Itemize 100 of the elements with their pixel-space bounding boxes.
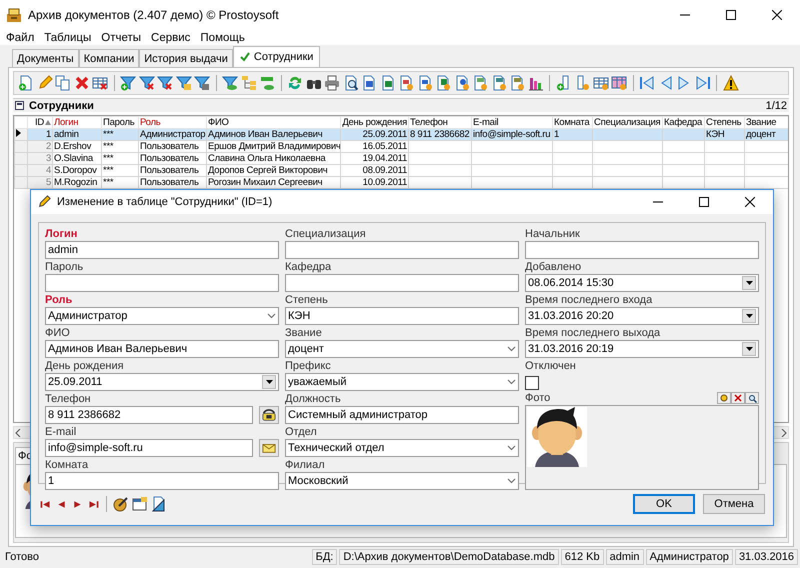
combo-box[interactable]: доцент (285, 340, 519, 358)
menu-item[interactable]: Таблицы (44, 32, 92, 44)
table-cell: *** (103, 154, 114, 164)
menu-item[interactable]: Сервис (151, 32, 190, 44)
table-cell: 3 (46, 154, 51, 164)
combo-box[interactable]: Администратор (45, 307, 279, 325)
tab[interactable]: Компании (78, 49, 140, 67)
combo-box[interactable]: Технический отдел (285, 439, 519, 457)
field-label: Фото (525, 392, 552, 404)
text-field[interactable]: admin (45, 241, 279, 259)
field-label: Добавлено (525, 261, 582, 273)
field-label: Степень (285, 294, 329, 306)
table-cell: Админов Иван Валерьевич (208, 130, 322, 140)
table-cell: 8 911 2386682 (410, 130, 470, 140)
column-header[interactable]: Роль (138, 116, 206, 128)
table-cell: Рогозин Михаил Сергеевич (208, 178, 322, 188)
date-field[interactable]: 31.03.2016 20:20 (525, 307, 759, 325)
field-label: Комната (45, 459, 90, 471)
table-cell: *** (103, 142, 114, 152)
table-cell: 4 (46, 166, 51, 176)
table-cell: admin (54, 130, 79, 140)
dialog-button[interactable]: Отмена (703, 494, 765, 514)
table-cell: доцент (746, 130, 776, 140)
field-label: Роль (45, 294, 74, 306)
column-header[interactable]: День рождения (340, 116, 408, 128)
table-cell: 25.09.2011 (362, 130, 407, 140)
combo-box[interactable]: Московский (285, 472, 519, 490)
table-cell: Доропов Сергей Викторович (208, 166, 328, 176)
date-field[interactable]: 08.06.2014 15:30 (525, 274, 759, 292)
status-text: admin (606, 549, 644, 565)
column-header[interactable]: Специализация (592, 116, 662, 128)
table-cell: 10.09.2011 (362, 178, 407, 188)
status-text: БД: (312, 549, 338, 565)
menu-item[interactable]: Отчеты (101, 32, 142, 44)
status-text: Готово (4, 550, 40, 565)
table-cell: Пользователь (140, 142, 199, 152)
field-label: ФИО (45, 327, 71, 339)
table-cell: 1 (554, 130, 560, 140)
field-label: E-mail (45, 426, 78, 438)
field-label: Телефон (45, 393, 92, 405)
field-label: День рождения (45, 360, 125, 372)
text-field[interactable]: КЭН (285, 307, 519, 325)
field-label: Префикс (285, 360, 332, 372)
table-cell: Пользователь (140, 166, 199, 176)
menu-item[interactable]: Файл (6, 32, 34, 44)
table-cell: 1 (46, 130, 51, 140)
column-header[interactable]: Телефон (408, 116, 472, 128)
text-field[interactable]: 8 911 2386682 (45, 406, 253, 424)
combo-box[interactable]: уважаемый (285, 373, 519, 391)
table-cell: КЭН (706, 130, 724, 140)
record-counter: 1/12 (766, 100, 787, 112)
table-cell: 2 (46, 142, 51, 152)
status-text: 612 Kb (560, 549, 604, 565)
field-label: Отключен (525, 360, 577, 372)
table-cell: 19.04.2011 (362, 154, 407, 164)
column-header[interactable]: E-mail (472, 116, 552, 128)
table-cell: 16.05.2011 (362, 142, 407, 152)
grid-title: Сотрудники (29, 100, 95, 112)
tab[interactable]: Документы (12, 49, 79, 67)
column-header[interactable]: ФИО (206, 116, 340, 128)
date-field[interactable]: 25.09.2011 (45, 373, 279, 391)
field-label: Звание (285, 327, 323, 339)
table-cell: 08.09.2011 (362, 166, 407, 176)
tab[interactable]: Сотрудники (232, 46, 320, 67)
table-cell: 5 (46, 178, 51, 188)
tab[interactable]: История выдачи (139, 49, 233, 67)
field-label: Логин (45, 228, 78, 240)
field-label: Начальник (525, 228, 581, 240)
table-cell: Пользователь (140, 178, 199, 188)
field-label: Филиал (285, 459, 326, 471)
table-cell: O.Slavina (54, 154, 93, 164)
date-field[interactable]: 31.03.2016 20:19 (525, 340, 759, 358)
window-title: Архив документов (2.407 демо) © Prostoysoft (28, 8, 280, 22)
table-cell: Славина Ольга Николаевна (208, 154, 326, 164)
field-label: Кафедра (285, 261, 332, 273)
table-cell: *** (103, 130, 114, 140)
text-field[interactable]: 1 (45, 472, 279, 490)
table-cell: S.Doropov (54, 166, 97, 176)
table-cell: *** (103, 178, 114, 188)
table-cell: *** (103, 166, 114, 176)
text-field[interactable]: Админов Иван Валерьевич (45, 340, 279, 358)
table-cell: info@simple-soft.ru (473, 130, 550, 140)
table-cell: M.Rogozin (54, 178, 98, 188)
field-label: Специализация (285, 228, 367, 240)
table-cell: D.Ershov (54, 142, 92, 152)
table-cell: Администратор (140, 130, 206, 140)
menu-item[interactable]: Помощь (200, 32, 245, 44)
text-field[interactable]: Системный администратор (285, 406, 519, 424)
field-label: Отдел (285, 426, 318, 438)
status-text: Администратор (646, 549, 733, 565)
field-label: Время последнего выхода (525, 327, 662, 339)
field-label: Пароль (45, 261, 84, 273)
field-label: Должность (285, 393, 342, 405)
status-text: D:\Архив документов\DemoDatabase.mdb (339, 549, 559, 565)
dialog-title: Изменение в таблице "Сотрудники" (ID=1) (57, 196, 274, 208)
dialog-button[interactable]: OK (633, 494, 695, 514)
table-cell: Пользователь (140, 154, 199, 164)
status-text: 31.03.2016 (734, 549, 798, 565)
field-label: Время последнего входа (525, 294, 654, 306)
text-field[interactable]: info@simple-soft.ru (45, 439, 253, 457)
